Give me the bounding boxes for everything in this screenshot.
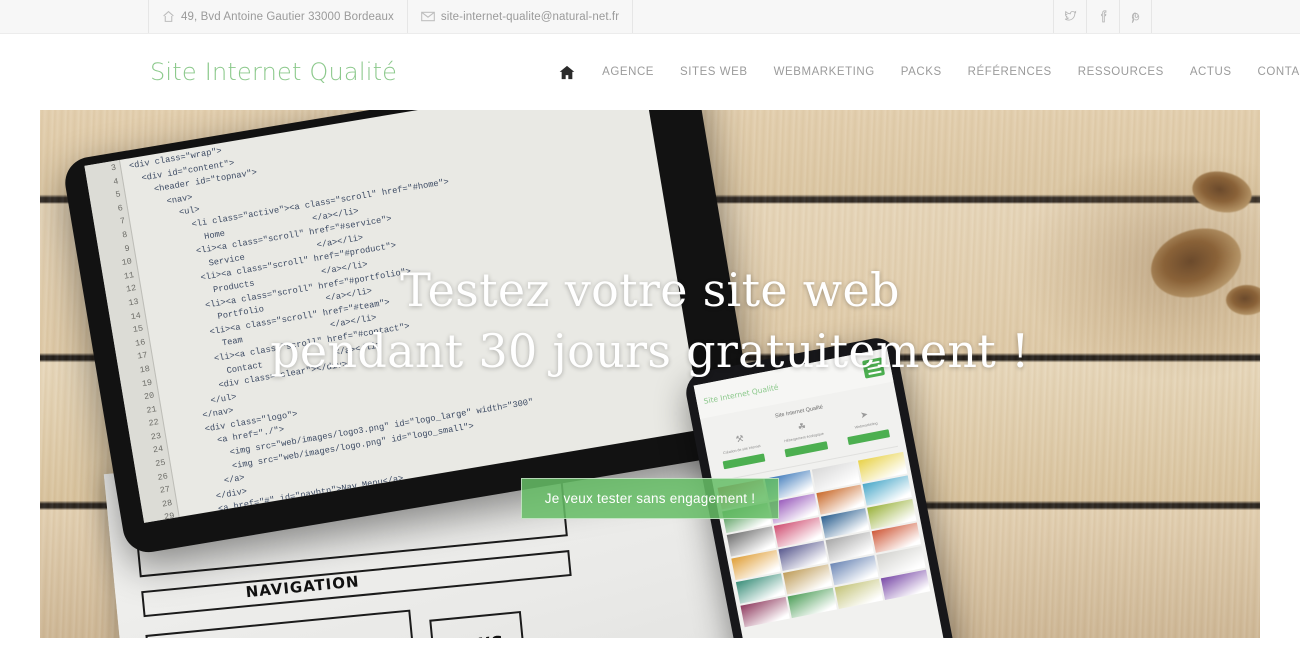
phone-logo: Site Internet Qualité — [702, 382, 780, 406]
nav-item-home[interactable] — [549, 65, 589, 80]
pinterest-link[interactable] — [1119, 0, 1152, 33]
top-info-bar: 49, Bvd Antoine Gautier 33000 Bordeaux 0… — [0, 0, 1300, 590]
topbar-email[interactable]: site-internet-qualite@natural-net.fr — [406, 0, 634, 33]
facebook-link[interactable] — [1086, 0, 1119, 33]
twitter-icon — [1064, 10, 1077, 23]
nav-item-sites-web[interactable]: SITES WEB — [667, 66, 761, 78]
nav-item-packs[interactable]: PACKS — [888, 66, 955, 78]
site-header: Site Internet Qualité AGENCE SITES WEB W… — [0, 34, 1300, 110]
nav-item-webmarketing[interactable]: WEBMARKETING — [761, 66, 888, 78]
nav-item-actus[interactable]: ACTUS — [1177, 66, 1245, 78]
email-text: site-internet-qualite@natural-net.fr — [440, 10, 620, 23]
cta-test-button[interactable]: Je veux tester sans engagement ! — [520, 478, 780, 519]
social-links — [1053, 0, 1152, 33]
main-navigation: AGENCE SITES WEB WEBMARKETING PACKS RÉFÉ… — [549, 65, 1300, 80]
wood-knot — [1226, 285, 1260, 315]
twitter-link[interactable] — [1053, 0, 1086, 33]
nav-item-contact[interactable]: CONTACT — [1245, 66, 1300, 78]
phone-feature-button[interactable] — [722, 453, 766, 470]
tablet-screen: 3 4 5 6 7 8 9 10 11 12 13 14 15 16 17 18 19 20 21 22 23 24 25 2… — [84, 110, 703, 523]
phone-feature-button[interactable] — [846, 429, 890, 446]
code-editor-content: <div class="wrap"> <div id="content"> <h… — [122, 110, 703, 523]
nav-item-references[interactable]: RÉFÉRENCES — [955, 66, 1065, 78]
home-icon — [559, 65, 575, 80]
topbar-address: 49, Bvd Antoine Gautier 33000 Bordeaux — [148, 0, 408, 33]
address-text: 49, Bvd Antoine Gautier 33000 Bordeaux — [181, 10, 394, 23]
nav-item-agence[interactable]: AGENCE — [589, 66, 667, 78]
hero-cta-wrap: Je veux tester sans engagement ! — [40, 478, 1260, 519]
facebook-icon — [1097, 10, 1110, 23]
topbar-contact-group: 49, Bvd Antoine Gautier 33000 Bordeaux 0… — [148, 0, 917, 590]
site-logo[interactable]: Site Internet Qualité — [150, 58, 397, 86]
home-address-icon — [162, 10, 175, 23]
hero-banner: 800 px 600 px 250 LOGO IMAGE BANNER NAVI… — [40, 110, 1260, 638]
phone-feature-button[interactable] — [784, 441, 828, 458]
nav-item-ressources[interactable]: RESSOURCES — [1065, 66, 1177, 78]
envelope-icon — [421, 11, 435, 22]
hamburger-menu-icon[interactable] — [862, 357, 886, 379]
pinterest-icon — [1129, 10, 1142, 23]
